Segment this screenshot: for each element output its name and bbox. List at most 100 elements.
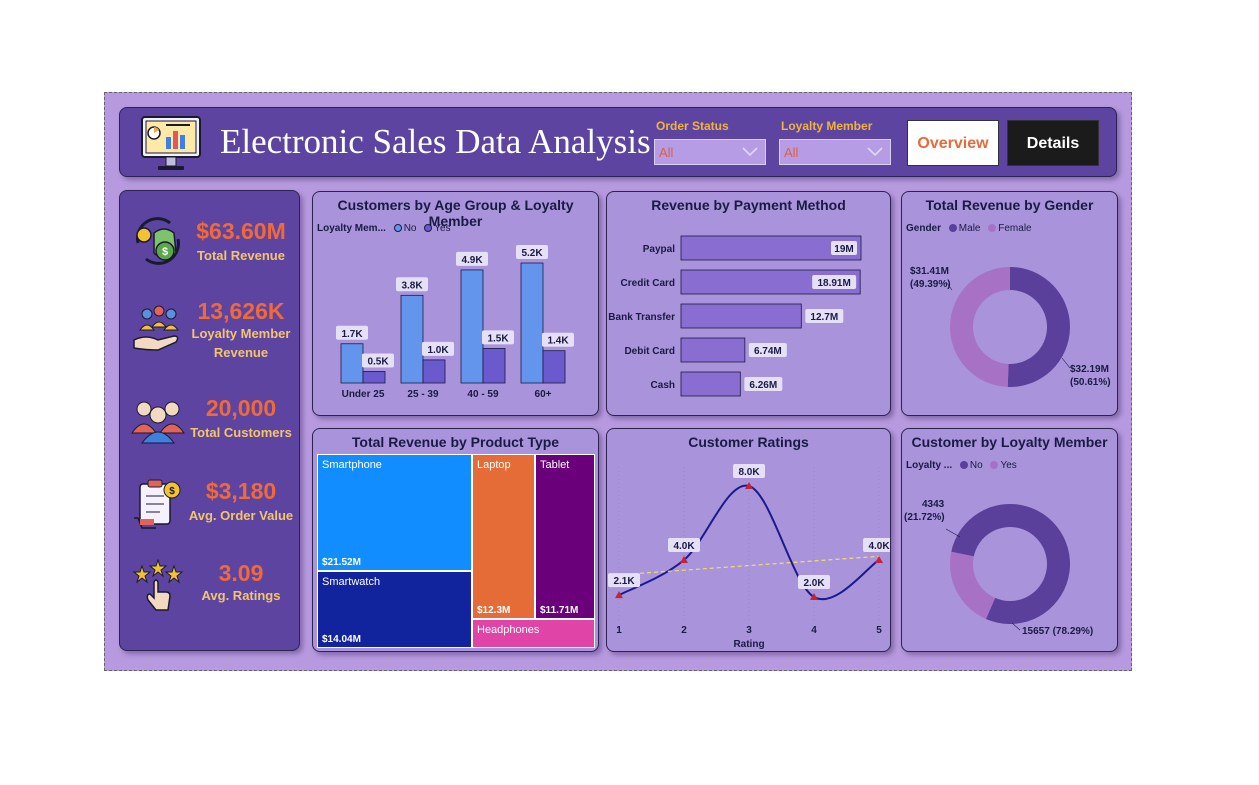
male-slice-label: $32.19M bbox=[1070, 364, 1109, 375]
male-slice-pct: (50.61%) bbox=[1070, 377, 1111, 388]
point-data-label: 2.1K bbox=[613, 576, 635, 587]
chart-title: Customer Ratings bbox=[688, 434, 809, 450]
x-tick-label: 3 bbox=[746, 625, 752, 636]
x-tick-label: 60+ bbox=[535, 389, 552, 400]
bar-no[interactable] bbox=[400, 294, 424, 384]
legend-title: Gender bbox=[906, 223, 942, 234]
treemap-tile-smartphone[interactable]: Smartphone $21.52M bbox=[317, 454, 472, 571]
loyalty-member-filter[interactable]: All bbox=[779, 139, 891, 165]
treemap-tile-tablet[interactable]: Tablet $11.71M bbox=[535, 454, 595, 619]
bar-data-label: 1.0K bbox=[427, 345, 449, 356]
payment-bar[interactable] bbox=[680, 371, 741, 397]
legend-swatch-female bbox=[988, 224, 997, 232]
legend-swatch-yes bbox=[424, 224, 433, 232]
kpi-loyalty-revenue: 13,626K Loyalty Member Revenue bbox=[120, 286, 301, 376]
bar-yes[interactable] bbox=[362, 371, 386, 384]
bar-data-label: 12.7M bbox=[810, 312, 838, 323]
tile-name: Headphones bbox=[477, 624, 540, 636]
legend-title: Loyalty Mem... bbox=[317, 223, 386, 234]
y-tick-label: Paypal bbox=[643, 244, 675, 255]
money-bag-icon: $ bbox=[130, 213, 186, 269]
loyalty-hand-icon bbox=[130, 300, 186, 356]
donut-slice-yes[interactable] bbox=[950, 551, 996, 619]
bar-no[interactable] bbox=[520, 262, 544, 384]
kpi-avg-order-value: $ $3,180 Avg. Order Value bbox=[120, 466, 301, 556]
x-tick-label: 25 - 39 bbox=[407, 389, 439, 400]
payment-bar[interactable] bbox=[680, 337, 746, 363]
bar-yes[interactable] bbox=[422, 359, 446, 384]
details-button[interactable]: Details bbox=[1007, 120, 1099, 166]
svg-text:$: $ bbox=[162, 246, 168, 258]
legend-male-label[interactable]: Male bbox=[959, 223, 981, 234]
ratings-line[interactable] bbox=[618, 484, 880, 601]
bar-yes[interactable] bbox=[482, 347, 506, 384]
tile-name: Laptop bbox=[477, 459, 511, 471]
page-title: Electronic Sales Data Analysis bbox=[220, 122, 651, 161]
bar-data-label: 1.5K bbox=[487, 333, 509, 344]
legend-no-label[interactable]: No bbox=[970, 460, 983, 471]
chevron-down-icon bbox=[742, 147, 758, 157]
order-status-filter-label: Order Status bbox=[656, 119, 729, 133]
treemap-tile-headphones[interactable]: Headphones bbox=[472, 619, 595, 648]
product-type-treemap: Smartphone $21.52M Smartwatch $14.04M La… bbox=[317, 454, 595, 648]
legend-female-label[interactable]: Female bbox=[998, 223, 1031, 234]
overview-button[interactable]: Overview bbox=[907, 120, 999, 166]
bar-data-label: 6.26M bbox=[749, 380, 777, 391]
bar-yes[interactable] bbox=[542, 350, 566, 384]
age-group-bar-chart: 1.7K 0.5K Under 25 3.8K 1.0K 25 - 39 4.9K 1.5K 4… bbox=[336, 245, 574, 400]
x-tick-label: 4 bbox=[811, 625, 817, 636]
data-point-marker[interactable] bbox=[875, 556, 883, 563]
tile-value: $12.3M bbox=[477, 605, 511, 616]
x-tick-label: Under 25 bbox=[342, 389, 385, 400]
legend-swatch-yes bbox=[990, 461, 999, 469]
bar-data-label: 3.8K bbox=[401, 280, 423, 291]
age-chart-legend: Loyalty Mem... No Yes bbox=[317, 223, 451, 234]
svg-text:$: $ bbox=[169, 486, 175, 497]
tile-name: Tablet bbox=[540, 459, 570, 471]
kpi-total-customers: 20,000 Total Customers bbox=[120, 383, 301, 473]
legend-yes-label[interactable]: Yes bbox=[434, 223, 450, 234]
y-tick-label: Credit Card bbox=[621, 278, 675, 289]
point-data-label: 8.0K bbox=[738, 467, 760, 478]
total-revenue-value: $63.60M bbox=[196, 218, 286, 244]
kpi-total-revenue: $ $63.60M Total Revenue bbox=[120, 201, 301, 291]
yes-slice-pct: (21.72%) bbox=[904, 512, 945, 523]
chart-title: Revenue by Payment Method bbox=[651, 197, 846, 213]
bar-no[interactable] bbox=[340, 343, 364, 384]
customer-ratings-line-chart: 2.1K 1 4.0K 2 8.0K 3 2.0K 4 4.0K 5 Rating bbox=[608, 464, 890, 650]
legend-no-label[interactable]: No bbox=[404, 223, 417, 234]
payment-bar[interactable] bbox=[680, 303, 802, 329]
total-customers-label: Total Customers bbox=[190, 425, 292, 440]
avg-ratings-label: Avg. Ratings bbox=[201, 588, 281, 603]
chevron-down-icon bbox=[867, 147, 883, 157]
total-customers-value: 20,000 bbox=[205, 395, 277, 421]
dashboard-canvas: Electronic Sales Data Analysis Order Sta… bbox=[104, 92, 1132, 671]
loyalty-chart-legend: Loyalty ... No Yes bbox=[906, 460, 1017, 471]
donut-slice-male[interactable] bbox=[1007, 267, 1070, 387]
loyalty-member-chart-card: Customer by Loyalty Member Loyalty ... N… bbox=[901, 428, 1118, 652]
bar-data-label: 18.91M bbox=[817, 278, 850, 289]
order-status-filter-value: All bbox=[659, 145, 674, 160]
treemap-tile-laptop[interactable]: Laptop $12.3M bbox=[472, 454, 535, 619]
bar-no[interactable] bbox=[460, 269, 484, 384]
point-data-label: 4.0K bbox=[673, 541, 695, 552]
y-tick-label: Cash bbox=[651, 380, 675, 391]
female-slice-label: $31.41M bbox=[910, 266, 949, 277]
tile-value: $11.71M bbox=[540, 605, 579, 616]
bar-data-label: 19M bbox=[834, 244, 853, 255]
legend-swatch-male bbox=[948, 224, 957, 232]
order-status-filter[interactable]: All bbox=[654, 139, 766, 165]
loyalty-revenue-label: Loyalty Member Revenue bbox=[191, 326, 291, 360]
x-tick-label: 1 bbox=[616, 625, 622, 636]
legend-yes-label[interactable]: Yes bbox=[1000, 460, 1016, 471]
kpi-panel: $ $63.60M Total Revenue 13,626K Loyalty … bbox=[119, 190, 300, 651]
tile-value: $21.52M bbox=[322, 557, 361, 568]
bar-data-label: 6.74M bbox=[754, 346, 782, 357]
legend-swatch-no bbox=[959, 461, 968, 469]
loyalty-member-filter-label: Loyalty Member bbox=[781, 119, 873, 133]
point-data-label: 2.0K bbox=[803, 578, 825, 589]
payment-method-chart-card: Revenue by Payment Method Paypal 19M Credi… bbox=[606, 191, 891, 416]
donut-slice-female[interactable] bbox=[949, 267, 1010, 387]
gender-donut-chart: $32.19M (50.61%) $31.41M (49.39%) bbox=[910, 266, 1111, 388]
treemap-tile-smartwatch[interactable]: Smartwatch $14.04M bbox=[317, 571, 472, 648]
